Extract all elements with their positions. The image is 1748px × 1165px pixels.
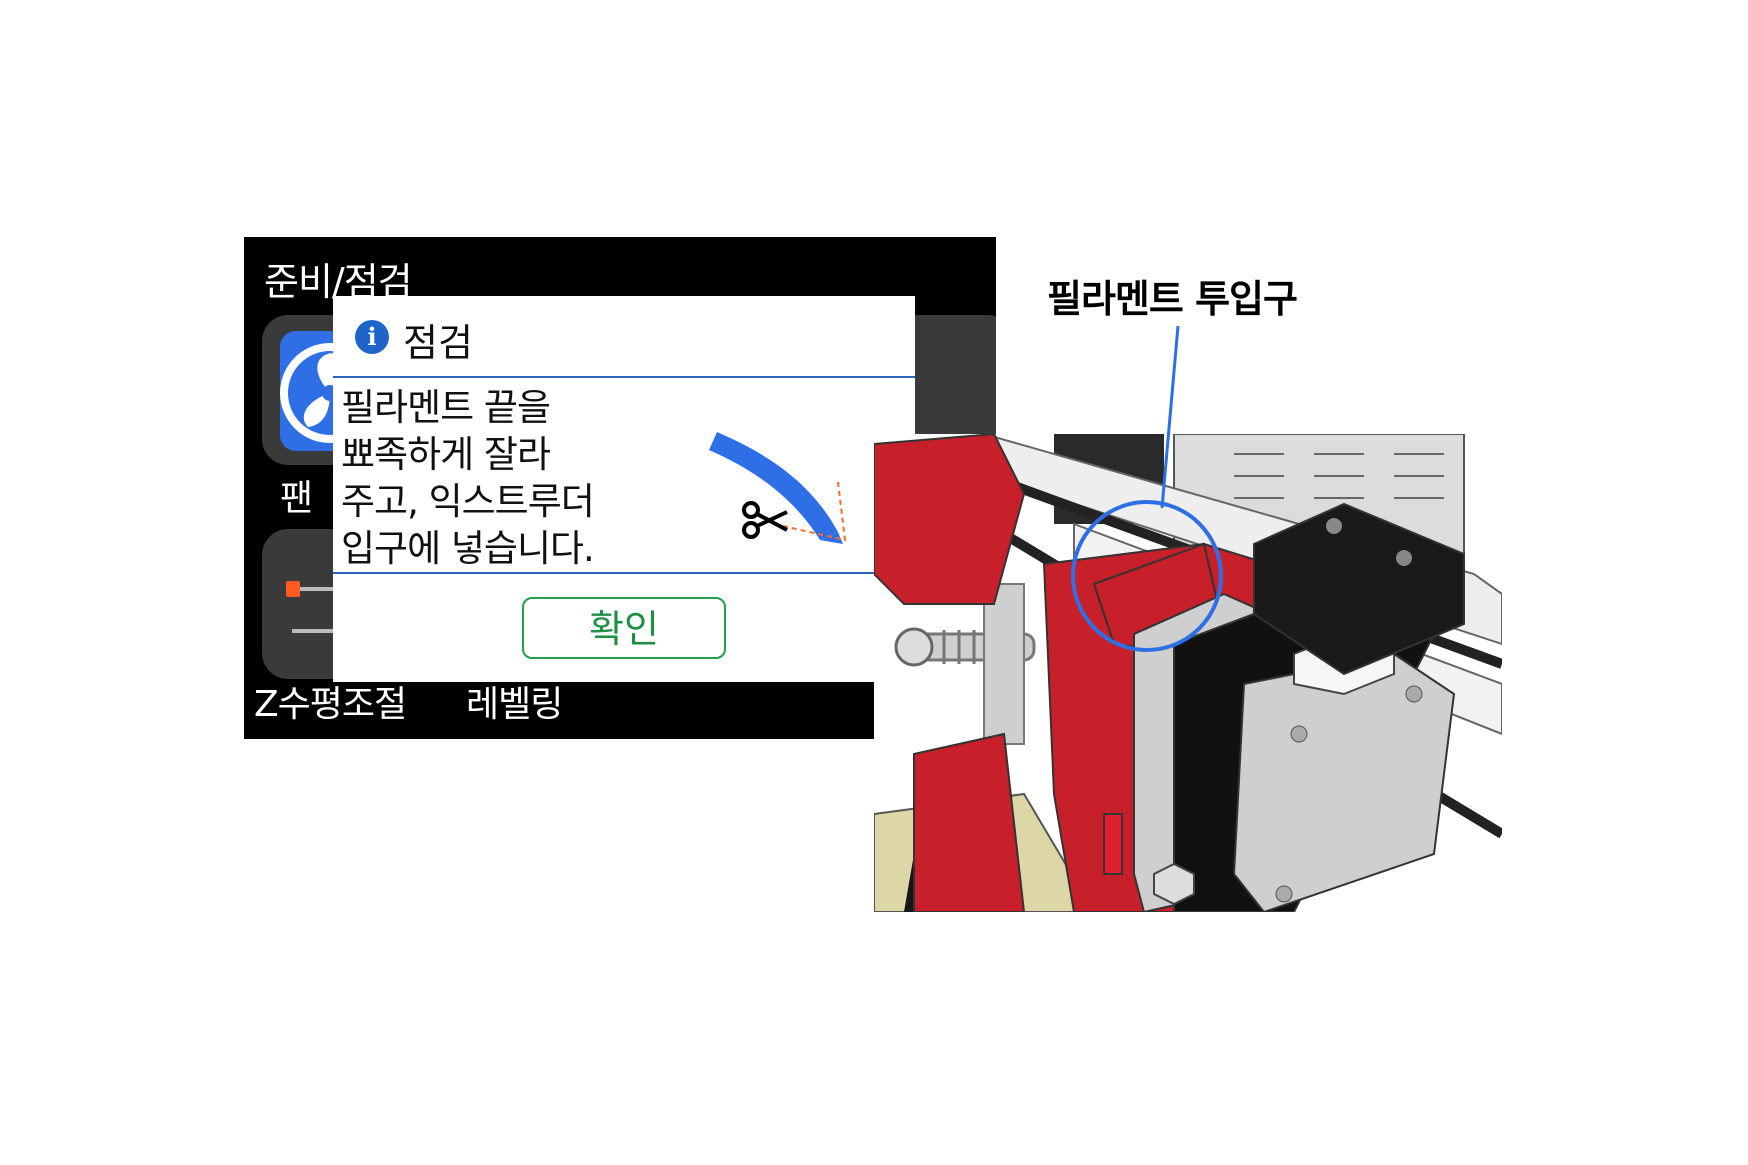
filament-inlet-label: 필라멘트 투입구 (1047, 277, 1298, 321)
scissors-icon (742, 501, 788, 539)
inspection-dialog: i 점검 필라멘트 끝을 뾰족하게 잘라 주고, 익스트루더 입구에 넣습니다.… (333, 296, 915, 682)
extruder-illustration (874, 434, 1502, 912)
tile-leveling-label: 레벨링 (466, 684, 563, 725)
dialog-divider (333, 572, 875, 574)
ok-button[interactable]: 확인 (522, 597, 726, 659)
filament-icon (709, 432, 847, 544)
tile-z-level-label: Z수평조절 (254, 684, 407, 725)
filament-cut-illustration (709, 432, 847, 544)
tile-fan-label: 팬 (280, 478, 313, 519)
